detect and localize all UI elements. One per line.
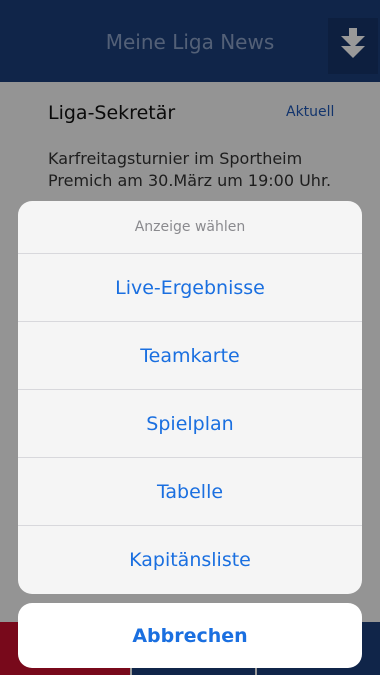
option-tabelle[interactable]: Tabelle [18,458,362,526]
action-sheet-title: Anzeige wählen [18,201,362,254]
action-sheet: Anzeige wählen Live-Ergebnisse Teamkarte… [18,201,362,594]
option-kapitaensliste[interactable]: Kapitänsliste [18,526,362,594]
option-spielplan[interactable]: Spielplan [18,390,362,458]
option-live-ergebnisse[interactable]: Live-Ergebnisse [18,254,362,322]
option-teamkarte[interactable]: Teamkarte [18,322,362,390]
cancel-button[interactable]: Abbrechen [18,603,362,668]
